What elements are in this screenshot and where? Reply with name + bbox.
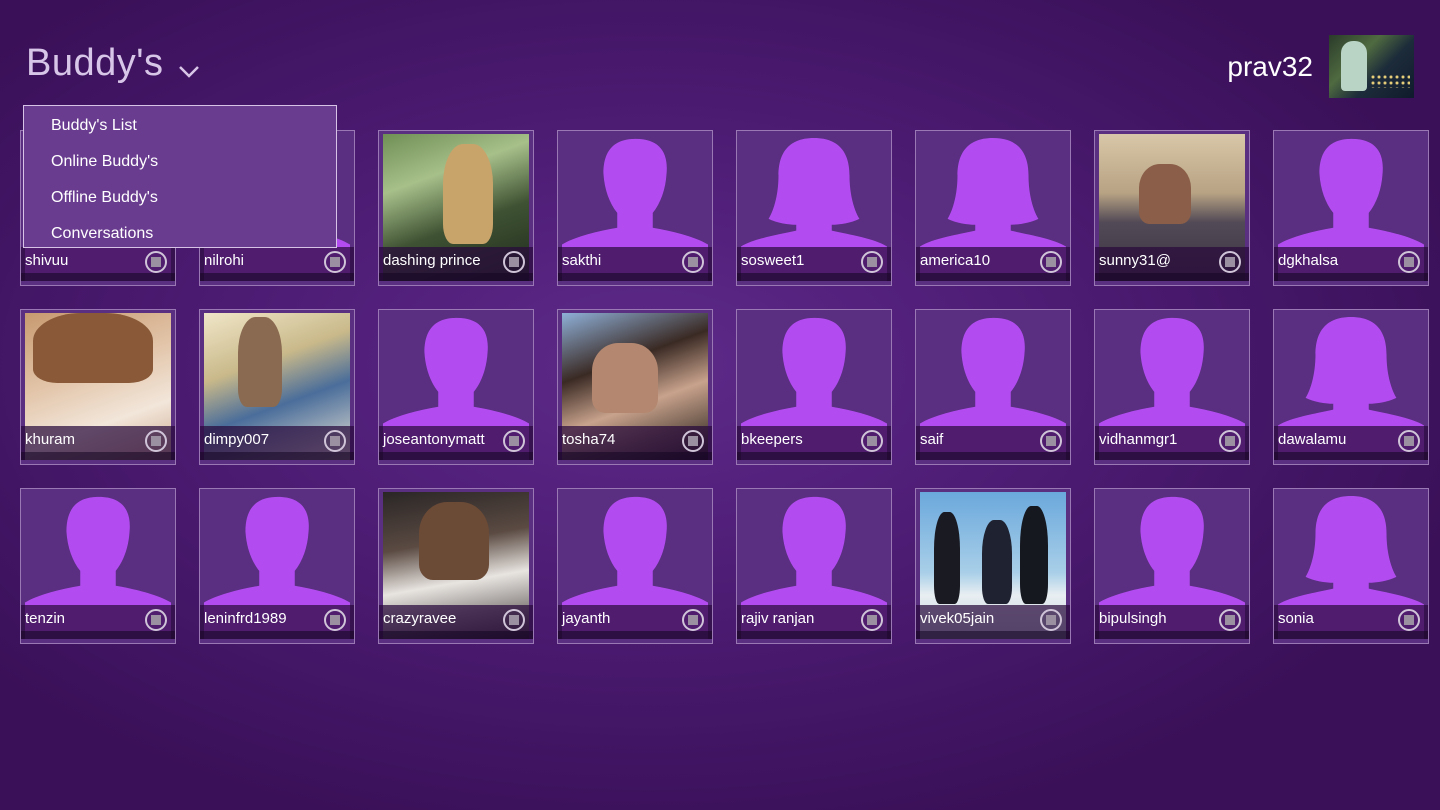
buddy-name-bar: rajiv ranjan	[737, 605, 891, 639]
buddy-name: tenzin	[25, 610, 66, 627]
buddy-tile[interactable]: dashing prince	[378, 130, 534, 286]
user-name: prav32	[1227, 50, 1313, 82]
buddy-tile[interactable]: vidhanmgr1	[1094, 309, 1250, 465]
buddy-name-bar: sakthi	[558, 247, 712, 281]
offline-status-icon	[1040, 430, 1062, 452]
buddy-name-bar: tenzin	[21, 605, 175, 639]
offline-status-icon	[682, 251, 704, 273]
buddy-tile[interactable]: dgkhalsa	[1273, 130, 1429, 286]
offline-status-icon	[1040, 251, 1062, 273]
buddy-name-bar: bkeepers	[737, 426, 891, 460]
buddy-name: dimpy007	[204, 431, 270, 448]
buddy-name-bar: sonia	[1274, 605, 1428, 639]
buddy-tile[interactable]: crazyravee	[378, 488, 534, 644]
buddy-name-bar: tosha74	[558, 426, 712, 460]
buddy-tile[interactable]: bipulsingh	[1094, 488, 1250, 644]
buddy-name: rajiv ranjan	[741, 610, 815, 627]
buddy-tile[interactable]: america10	[915, 130, 1071, 286]
buddy-tile[interactable]: saif	[915, 309, 1071, 465]
buddy-name-bar: vidhanmgr1	[1095, 426, 1249, 460]
buddy-tile[interactable]: sonia	[1273, 488, 1429, 644]
menu-item-offline-buddys[interactable]: Offline Buddy's	[24, 184, 336, 220]
offline-status-icon	[682, 430, 704, 452]
offline-status-icon	[861, 251, 883, 273]
buddy-tile[interactable]: sosweet1	[736, 130, 892, 286]
offline-status-icon	[1398, 609, 1420, 631]
buddy-tile[interactable]: dimpy007	[199, 309, 355, 465]
buddy-name-bar: vivek05jain	[916, 605, 1070, 639]
offline-status-icon	[324, 609, 346, 631]
buddy-name: sonia	[1278, 610, 1314, 627]
offline-status-icon	[145, 609, 167, 631]
buddy-tile[interactable]: vivek05jain	[915, 488, 1071, 644]
buddy-tile[interactable]: joseantonymatt	[378, 309, 534, 465]
user-area[interactable]: prav32	[1227, 35, 1414, 98]
buddy-tile[interactable]: tosha74	[557, 309, 713, 465]
buddy-name: leninfrd1989	[204, 610, 287, 627]
offline-status-icon	[1219, 430, 1241, 452]
buddy-name-bar: dimpy007	[200, 426, 354, 460]
buddy-name-bar: dgkhalsa	[1274, 247, 1428, 281]
view-dropdown-menu: Buddy's List Online Buddy's Offline Budd…	[23, 105, 337, 248]
buddy-name-bar: dawalamu	[1274, 426, 1428, 460]
offline-status-icon	[682, 609, 704, 631]
buddy-name-bar: saif	[916, 426, 1070, 460]
buddy-name: dgkhalsa	[1278, 252, 1339, 269]
buddy-name: vivek05jain	[920, 610, 995, 627]
buddy-name-bar: crazyravee	[379, 605, 533, 639]
buddy-name: vidhanmgr1	[1099, 431, 1178, 448]
buddy-tile[interactable]: rajiv ranjan	[736, 488, 892, 644]
buddy-tile[interactable]: sunny31@	[1094, 130, 1250, 286]
offline-status-icon	[324, 430, 346, 452]
buddy-name: bipulsingh	[1099, 610, 1167, 627]
offline-status-icon	[861, 609, 883, 631]
buddy-name-bar: leninfrd1989	[200, 605, 354, 639]
offline-status-icon	[1398, 251, 1420, 273]
offline-status-icon	[1040, 609, 1062, 631]
buddy-tile[interactable]: tenzin	[20, 488, 176, 644]
buddy-name: sosweet1	[741, 252, 805, 269]
buddy-name: khuram	[25, 431, 76, 448]
offline-status-icon	[1398, 430, 1420, 452]
menu-item-buddys-list[interactable]: Buddy's List	[24, 112, 336, 148]
buddy-name: dashing prince	[383, 252, 481, 269]
offline-status-icon	[861, 430, 883, 452]
chevron-down-icon[interactable]	[178, 63, 200, 79]
buddy-tile[interactable]: dawalamu	[1273, 309, 1429, 465]
buddy-name: saif	[920, 431, 944, 448]
menu-item-conversations[interactable]: Conversations	[24, 220, 336, 256]
buddy-tile[interactable]: jayanth	[557, 488, 713, 644]
buddy-name: crazyravee	[383, 610, 457, 627]
buddy-name: jayanth	[562, 610, 611, 627]
view-selector[interactable]: Buddy's	[26, 42, 200, 85]
buddy-name-bar: bipulsingh	[1095, 605, 1249, 639]
offline-status-icon	[503, 251, 525, 273]
buddy-name-bar: dashing prince	[379, 247, 533, 281]
buddy-name: dawalamu	[1278, 431, 1347, 448]
menu-item-online-buddys[interactable]: Online Buddy's	[24, 148, 336, 184]
offline-status-icon	[1219, 251, 1241, 273]
buddy-name: bkeepers	[741, 431, 803, 448]
buddy-tile[interactable]: khuram	[20, 309, 176, 465]
buddy-name-bar: joseantonymatt	[379, 426, 533, 460]
user-avatar[interactable]	[1329, 35, 1414, 98]
buddy-name-bar: khuram	[21, 426, 175, 460]
offline-status-icon	[503, 430, 525, 452]
buddy-name-bar: america10	[916, 247, 1070, 281]
buddy-name: tosha74	[562, 431, 616, 448]
buddy-name: sunny31@	[1099, 252, 1171, 269]
buddy-tile[interactable]: bkeepers	[736, 309, 892, 465]
buddy-name-bar: sosweet1	[737, 247, 891, 281]
buddy-tile[interactable]: sakthi	[557, 130, 713, 286]
offline-status-icon	[1219, 609, 1241, 631]
page-title: Buddy's	[26, 42, 164, 84]
offline-status-icon	[503, 609, 525, 631]
buddy-name: sakthi	[562, 252, 602, 269]
buddy-name: america10	[920, 252, 991, 269]
buddy-name: joseantonymatt	[383, 431, 485, 448]
buddy-tile[interactable]: leninfrd1989	[199, 488, 355, 644]
buddy-name-bar: sunny31@	[1095, 247, 1249, 281]
buddy-name-bar: jayanth	[558, 605, 712, 639]
offline-status-icon	[145, 430, 167, 452]
